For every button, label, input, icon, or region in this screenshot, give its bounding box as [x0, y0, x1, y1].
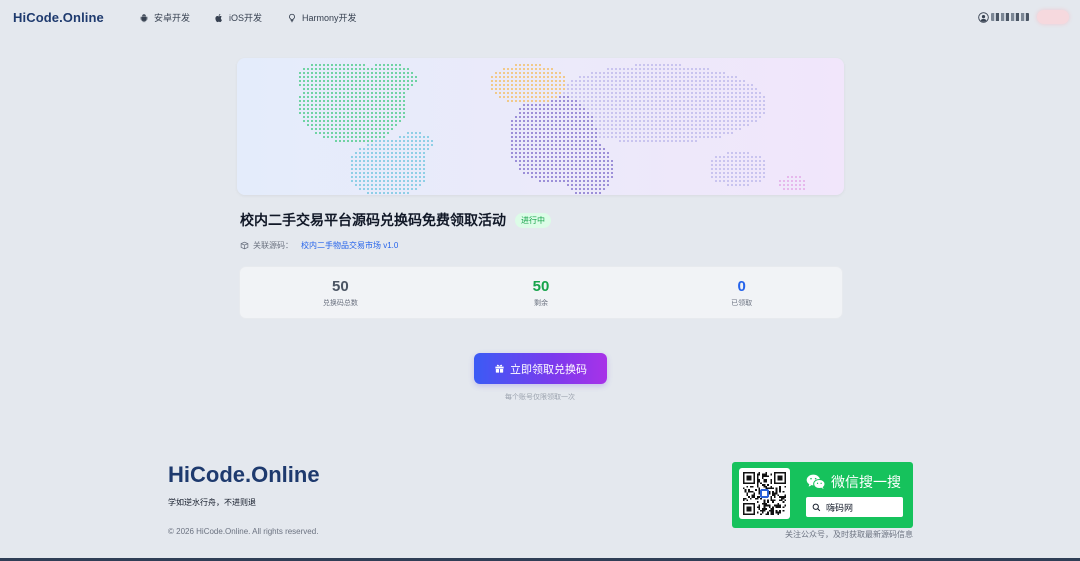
top-nav: HiCode.Online 安卓开发 iOS开发 Harmony开发 [0, 0, 1080, 36]
wechat-search-card: 微信搜一搜 嗨码网 [732, 462, 913, 528]
activity-banner [237, 58, 844, 195]
stat-claimed-label: 已领取 [731, 300, 753, 307]
avatar[interactable] [1037, 10, 1069, 24]
android-icon [140, 13, 148, 22]
wechat-title: 微信搜一搜 [831, 474, 901, 490]
activity-header: 校内二手交易平台源码兑换码免费领取活动 进行中 [240, 210, 551, 230]
claim-code-label: 立即领取兑换码 [510, 363, 587, 376]
nav-item-label: iOS开发 [229, 13, 263, 23]
footer-logo[interactable]: HiCode.Online [168, 462, 320, 488]
site-logo[interactable]: HiCode.Online [13, 10, 104, 25]
lightbulb-icon [289, 13, 295, 22]
stat-claimed: 0 已领取 [641, 267, 842, 318]
username-blurred [991, 13, 1029, 21]
stat-total-label: 兑换码总数 [322, 300, 358, 307]
user-menu[interactable] [978, 10, 1069, 24]
nav-item-android[interactable]: 安卓开发 [139, 11, 190, 24]
stat-total-value: 50 [331, 278, 349, 295]
box-icon [240, 241, 249, 250]
related-source-label: 关联源码： [253, 241, 293, 250]
search-icon [812, 503, 821, 511]
wechat-title-row: 微信搜一搜 [806, 472, 901, 492]
stat-remaining-value: 50 [532, 278, 550, 295]
stat-remaining: 50 剩余 [441, 267, 642, 318]
world-map-dot-image [299, 64, 805, 194]
qr-code-image [743, 472, 786, 515]
user-icon [978, 11, 989, 23]
footer-copyright: © 2026 HiCode.Online. All rights reserve… [168, 527, 319, 536]
stat-remaining-label: 剩余 [534, 300, 548, 307]
related-source-row: 关联源码： 校内二手物品交易市场 v1.0 [240, 240, 398, 251]
footer-slogan: 学如逆水行舟，不进则退 [168, 498, 256, 507]
nav-item-label: Harmony开发 [302, 13, 357, 23]
nav-item-harmony[interactable]: Harmony开发 [287, 11, 357, 24]
stat-total: 50 兑换码总数 [240, 267, 441, 318]
related-source-link[interactable]: 校内二手物品交易市场 v1.0 [301, 240, 398, 251]
nav-item-ios[interactable]: iOS开发 [214, 11, 262, 24]
status-badge: 进行中 [515, 212, 551, 228]
claim-code-button[interactable]: 立即领取兑换码 [474, 353, 607, 384]
nav-item-label: 安卓开发 [154, 13, 191, 23]
wechat-caption: 关注公众号，及时获取最新源码信息 [785, 530, 913, 539]
wechat-search-box[interactable]: 嗨码网 [806, 497, 903, 517]
page-title: 校内二手交易平台源码兑换码免费领取活动 [240, 212, 506, 228]
qr-code [739, 468, 790, 519]
wechat-icon [806, 474, 826, 490]
stats-panel: 50 兑换码总数 50 剩余 0 已领取 [240, 267, 842, 318]
wechat-search-text: 嗨码网 [826, 502, 854, 513]
stat-claimed-value: 0 [737, 278, 746, 295]
gift-icon [495, 364, 504, 373]
apple-icon [215, 13, 222, 22]
claim-hint: 每个账号仅限领取一次 [505, 394, 575, 401]
